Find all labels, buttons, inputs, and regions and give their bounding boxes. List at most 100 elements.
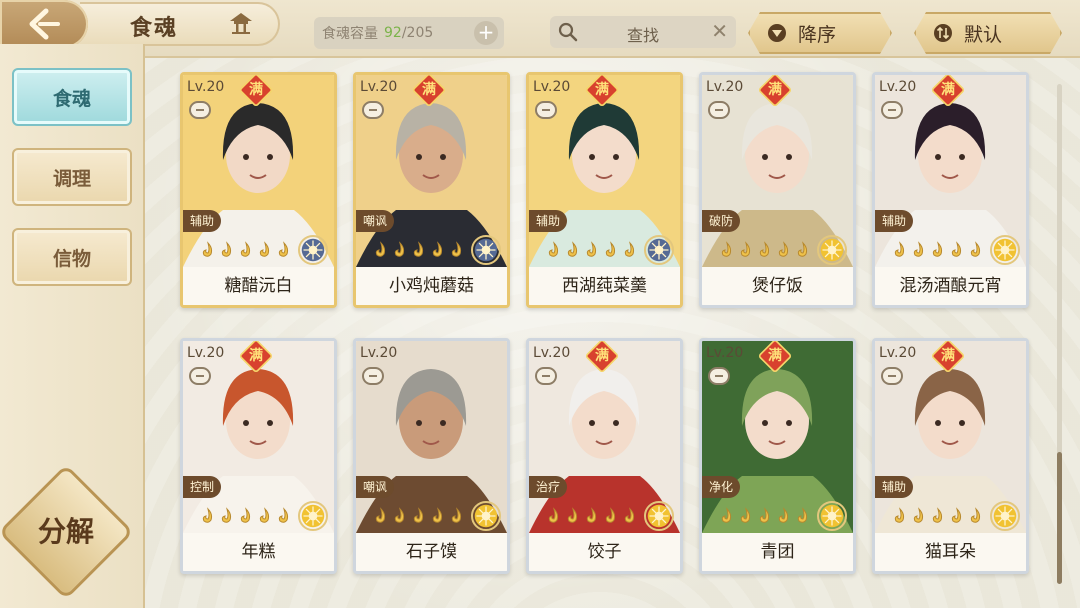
flame-star-icon xyxy=(451,507,462,523)
flame-star-icon xyxy=(605,507,616,523)
level-label: Lv.20 xyxy=(533,345,571,361)
food-soul-card[interactable]: Lv.20 满 辅助 xyxy=(526,72,683,308)
flame-star-icon xyxy=(259,241,270,257)
clear-icon[interactable]: ✕ xyxy=(711,19,728,43)
lock-toggle-icon[interactable] xyxy=(881,101,903,119)
food-soul-card[interactable]: Lv.20 满 控制 年糕 xyxy=(180,338,337,574)
back-button[interactable] xyxy=(0,0,88,48)
sidebar-item-food-souls[interactable]: 食魂 xyxy=(12,68,132,126)
flame-star-icon xyxy=(778,241,789,257)
sort-mode-button[interactable]: 默认 xyxy=(914,12,1062,54)
chevron-down-icon xyxy=(768,24,786,42)
flame-star-icon xyxy=(548,241,559,257)
food-soul-card[interactable]: Lv.20 满 辅助 xyxy=(872,72,1029,308)
flame-star-icon xyxy=(913,507,924,523)
level-label: Lv.20 xyxy=(187,79,225,95)
food-soul-card[interactable]: Lv.20 满 净化 青团 xyxy=(699,338,856,574)
role-tag: 治疗 xyxy=(529,476,567,498)
flame-star-icon xyxy=(740,507,751,523)
flame-star-icon xyxy=(894,507,905,523)
level-label: Lv.20 xyxy=(879,345,917,361)
lock-toggle-icon[interactable] xyxy=(189,101,211,119)
lock-toggle-icon[interactable] xyxy=(881,367,903,385)
flame-star-icon xyxy=(202,507,213,523)
food-soul-name: 青团 xyxy=(702,533,853,571)
flame-star-icon xyxy=(913,241,924,257)
sort-mode-label: 默认 xyxy=(964,23,1003,46)
flame-star-icon xyxy=(759,241,770,257)
search-field[interactable]: 查找 ✕ xyxy=(550,16,736,48)
sidebar-item-label: 调理 xyxy=(52,167,91,190)
star-rating xyxy=(718,241,812,261)
element-emblem-icon xyxy=(298,235,328,265)
flame-star-icon xyxy=(240,241,251,257)
lock-toggle-icon[interactable] xyxy=(189,367,211,385)
scrollbar-thumb[interactable] xyxy=(1057,452,1062,584)
flame-star-icon xyxy=(932,507,943,523)
flame-star-icon xyxy=(451,241,462,257)
sidebar-item-conditioning[interactable]: 调理 xyxy=(12,148,132,206)
max-level-text: 满 xyxy=(768,82,782,98)
max-level-text: 满 xyxy=(941,82,955,98)
food-soul-name: 猫耳朵 xyxy=(875,533,1026,571)
add-capacity-button[interactable]: + xyxy=(474,21,498,45)
food-soul-card[interactable]: Lv.20 满 辅助 xyxy=(872,338,1029,574)
element-emblem-icon xyxy=(990,501,1020,531)
max-level-text: 满 xyxy=(941,348,955,364)
role-tag: 嘲讽 xyxy=(356,210,394,232)
lock-toggle-icon[interactable] xyxy=(535,367,557,385)
flame-star-icon xyxy=(278,241,289,257)
food-soul-name: 西湖莼菜羹 xyxy=(529,267,680,305)
level-label: Lv.20 xyxy=(360,345,398,361)
element-emblem-icon xyxy=(471,501,501,531)
lock-toggle-icon[interactable] xyxy=(708,367,730,385)
flame-star-icon xyxy=(432,507,443,523)
sidebar-item-tokens[interactable]: 信物 xyxy=(12,228,132,286)
flame-star-icon xyxy=(548,507,559,523)
flame-star-icon xyxy=(624,241,635,257)
food-soul-grid: Lv.20 满 辅助 糖醋沅白 Lv.20 满 嘲讽 小鸡炖蘑菇 Lv.20 满… xyxy=(180,72,1040,582)
lock-toggle-icon[interactable] xyxy=(535,101,557,119)
flame-star-icon xyxy=(951,241,962,257)
food-soul-card[interactable]: Lv.20 满 辅助 xyxy=(180,72,337,308)
flame-star-icon xyxy=(394,241,405,257)
lock-toggle-icon[interactable] xyxy=(708,101,730,119)
star-rating xyxy=(545,507,639,527)
lock-toggle-icon[interactable] xyxy=(362,367,384,385)
role-tag: 净化 xyxy=(702,476,740,498)
sort-order-label: 降序 xyxy=(798,23,837,46)
flame-star-icon xyxy=(375,241,386,257)
flame-star-icon xyxy=(278,507,289,523)
capacity-display: 食魂容量 92 /205 + xyxy=(314,17,504,49)
flame-star-icon xyxy=(951,507,962,523)
flame-star-icon xyxy=(740,241,751,257)
element-emblem-icon xyxy=(817,235,847,265)
flame-star-icon xyxy=(413,507,424,523)
star-rating xyxy=(199,507,293,527)
lock-toggle-icon[interactable] xyxy=(362,101,384,119)
food-soul-name: 糖醋沅白 xyxy=(183,267,334,305)
food-soul-card[interactable]: Lv.20 满 嘲讽 小鸡炖蘑菇 xyxy=(353,72,510,308)
flame-star-icon xyxy=(797,507,808,523)
star-rating xyxy=(891,241,985,261)
star-rating xyxy=(199,241,293,261)
flame-star-icon xyxy=(605,241,616,257)
flame-star-icon xyxy=(586,241,597,257)
page-title: 食魂 xyxy=(130,15,179,41)
level-label: Lv.20 xyxy=(706,345,744,361)
level-label: Lv.20 xyxy=(360,79,398,95)
star-rating xyxy=(372,241,466,261)
sort-order-button[interactable]: 降序 xyxy=(748,12,892,54)
swap-icon xyxy=(934,24,952,42)
food-soul-card[interactable]: Lv.20 嘲讽 石子馍 xyxy=(353,338,510,574)
flame-star-icon xyxy=(375,507,386,523)
role-tag: 辅助 xyxy=(183,210,221,232)
food-soul-card[interactable]: Lv.20 满 破防 煲仔饭 xyxy=(699,72,856,308)
search-label: 查找 xyxy=(626,26,659,45)
max-level-text: 满 xyxy=(422,82,436,98)
flame-star-icon xyxy=(624,507,635,523)
food-soul-card[interactable]: Lv.20 满 治疗 饺子 xyxy=(526,338,683,574)
role-tag: 辅助 xyxy=(875,476,913,498)
level-label: Lv.20 xyxy=(533,79,571,95)
flame-star-icon xyxy=(721,241,732,257)
